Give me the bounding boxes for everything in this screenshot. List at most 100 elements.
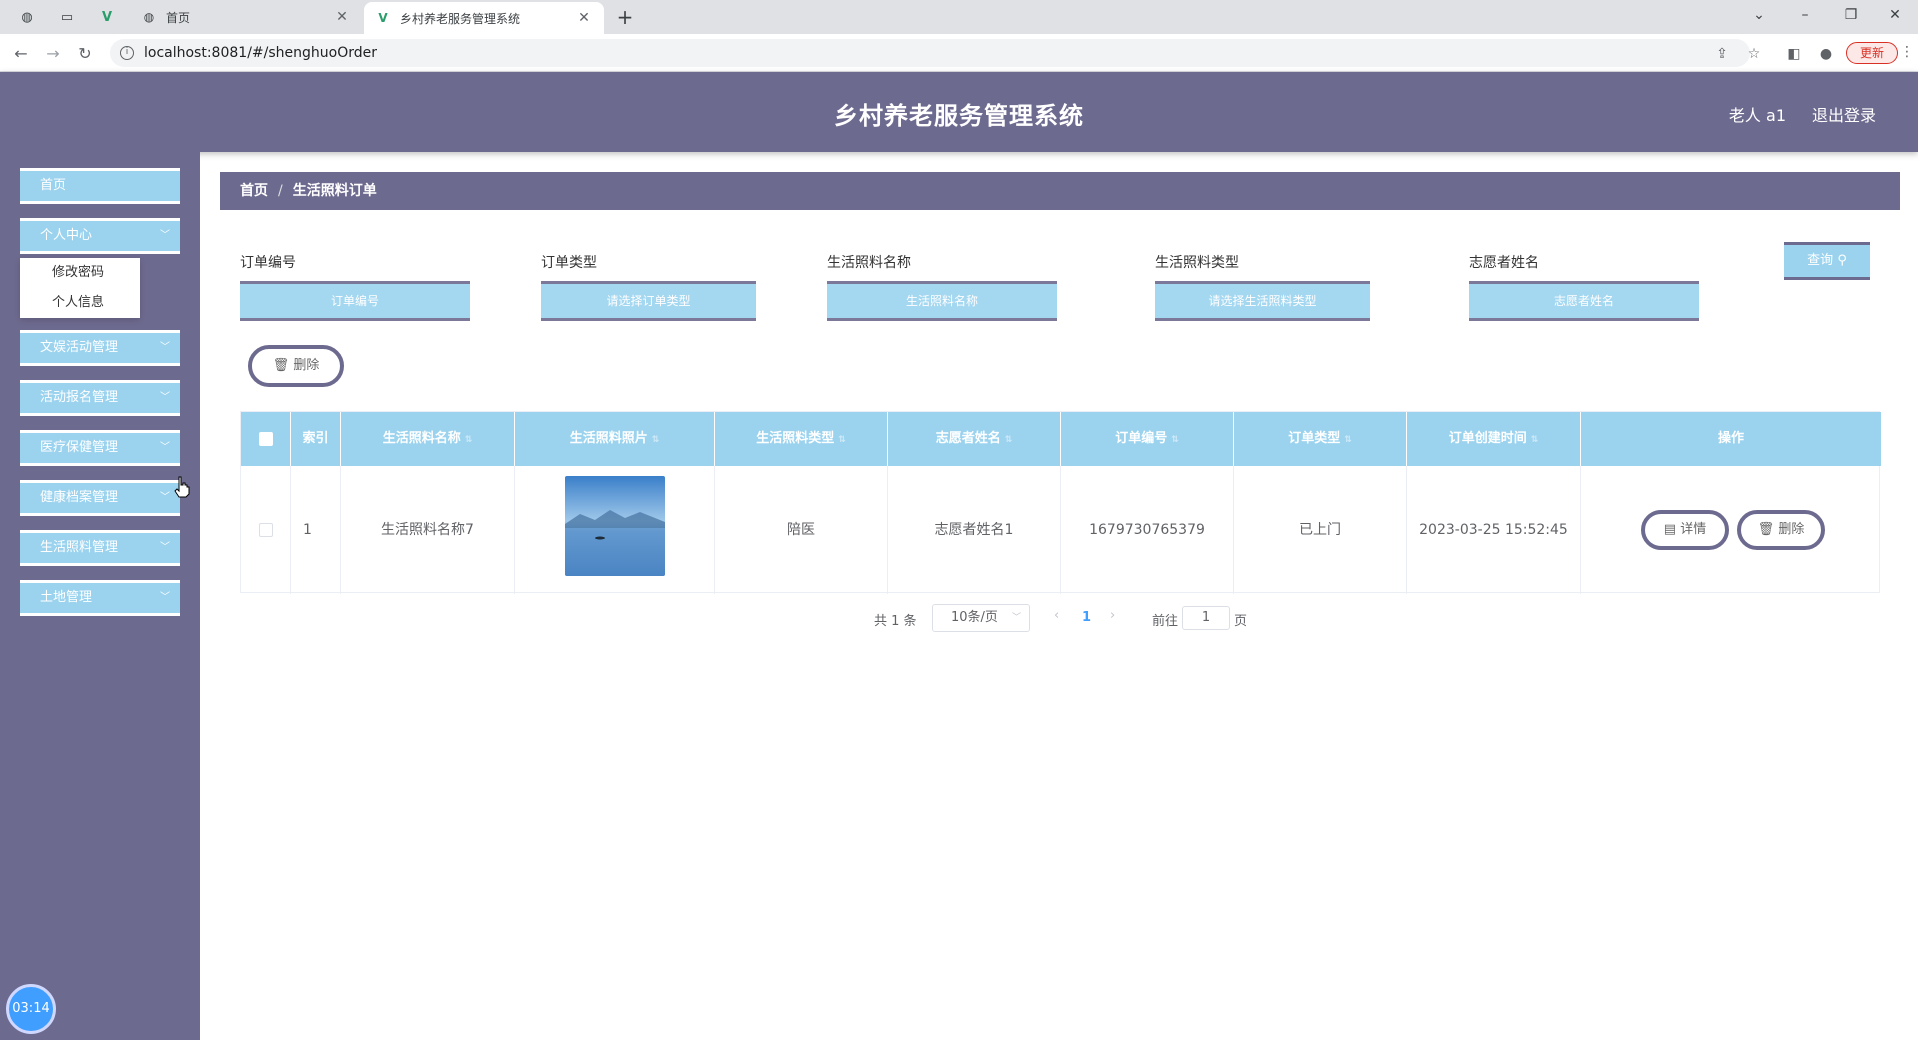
search-icon: ⚲	[1837, 253, 1847, 268]
volunteer-name-input[interactable]: 志愿者姓名	[1469, 281, 1699, 321]
header-select-all[interactable]	[241, 412, 291, 466]
trash-icon: 🗑	[1757, 522, 1775, 537]
order-no-input[interactable]: 订单编号	[240, 281, 470, 321]
star-icon[interactable]: ☆	[1744, 44, 1764, 64]
url-text: localhost:8081/#/shenghuoOrder	[144, 45, 377, 61]
detail-button[interactable]: ▤ 详情	[1641, 510, 1729, 550]
query-label: 查询	[1807, 253, 1834, 268]
row-care-name: 生活照料名称7	[341, 466, 515, 594]
sidebar-item-entertainment[interactable]: 文娱活动管理 ﹀	[20, 330, 180, 366]
globe-icon[interactable]: ◍	[16, 6, 38, 28]
sort-icon[interactable]: ⇅	[465, 435, 473, 445]
header-created[interactable]: 订单创建时间 ⇅	[1407, 412, 1581, 466]
sidebar-toggle-icon[interactable]: ◧	[1784, 44, 1804, 64]
goto-page-input[interactable]: 1	[1182, 606, 1230, 630]
submenu-item-personal-info[interactable]: 个人信息	[20, 288, 140, 318]
sort-icon[interactable]: ⇅	[1531, 435, 1539, 445]
care-type-select[interactable]: 请选择生活照料类型	[1155, 281, 1370, 321]
next-page-icon[interactable]: ›	[1110, 608, 1115, 623]
new-tab-button[interactable]: +	[612, 4, 638, 30]
chevron-down-icon[interactable]: ⌄	[1736, 0, 1782, 30]
header-care-photo[interactable]: 生活照料照片 ⇅	[515, 412, 715, 466]
row-delete-button[interactable]: 🗑 删除	[1737, 510, 1825, 550]
chevron-down-icon: ﹀	[160, 392, 170, 403]
header-label: 志愿者姓名	[935, 431, 1001, 446]
sidebar-item-activity-signup[interactable]: 活动报名管理 ﹀	[20, 380, 180, 416]
orders-table: 索引 生活照料名称 ⇅ 生活照料照片 ⇅ 生活照料类型 ⇅ 志愿者姓名 ⇅ 订单编号 ⇅ …	[240, 411, 1881, 594]
sidebar-item-home[interactable]: 首页	[20, 168, 180, 204]
filter-label-order-no: 订单编号	[240, 255, 296, 271]
page-size-select[interactable]: 10条/页 ﹀	[932, 604, 1030, 632]
submenu-item-change-password[interactable]: 修改密码	[20, 258, 140, 288]
sidebar-item-health-records[interactable]: 健康档案管理 ﹀	[20, 480, 180, 516]
header-label: 订单类型	[1288, 431, 1341, 446]
share-icon[interactable]: ⇪	[1712, 44, 1732, 64]
sort-icon[interactable]: ⇅	[1005, 435, 1013, 445]
care-name-input[interactable]: 生活照料名称	[827, 281, 1057, 321]
breadcrumb-home[interactable]: 首页	[240, 183, 268, 199]
prev-page-icon[interactable]: ‹	[1054, 608, 1059, 623]
chevron-down-icon: ﹀	[160, 542, 170, 553]
row-select-cell[interactable]	[241, 466, 291, 594]
sort-icon[interactable]: ⇅	[838, 435, 846, 445]
care-photo[interactable]	[565, 476, 665, 576]
sidebar-item-label: 健康档案管理	[40, 490, 119, 505]
more-menu-icon[interactable]: ⋮	[1900, 44, 1914, 64]
tab-title: 首页	[166, 10, 191, 25]
vue-icon[interactable]: V	[96, 6, 118, 28]
window-close-button[interactable]: ✕	[1872, 0, 1918, 30]
bulk-delete-button[interactable]: 🗑 删除	[248, 345, 344, 387]
row-created: 2023-03-25 15:52:45	[1407, 466, 1581, 594]
hand-cursor-icon	[174, 476, 190, 498]
row-actions: ▤ 详情 🗑 删除	[1581, 466, 1881, 594]
sidebar-item-medical[interactable]: 医疗保健管理 ﹀	[20, 430, 180, 466]
header-order-no[interactable]: 订单编号 ⇅	[1061, 412, 1234, 466]
close-icon[interactable]: ✕	[334, 9, 350, 25]
breadcrumb-separator: /	[278, 183, 283, 199]
query-button[interactable]: 查询 ⚲	[1784, 242, 1870, 280]
header-volunteer[interactable]: 志愿者姓名 ⇅	[888, 412, 1061, 466]
browser-tab-home[interactable]: ◍ 首页 ✕	[130, 0, 362, 34]
tab-page-icon[interactable]: ▭	[56, 6, 78, 28]
filter-label-care-type: 生活照料类型	[1155, 255, 1239, 271]
globe-icon: ◍	[143, 10, 155, 24]
header-label: 订单创建时间	[1448, 431, 1527, 446]
row-order-no: 1679730765379	[1061, 466, 1234, 594]
header-order-type[interactable]: 订单类型 ⇅	[1234, 412, 1407, 466]
delete-label: 删除	[1778, 522, 1805, 537]
filter-label-order-type: 订单类型	[541, 255, 597, 271]
trash-icon: 🗑	[272, 358, 290, 373]
order-type-select[interactable]: 请选择订单类型	[541, 281, 756, 321]
sidebar-item-label: 首页	[40, 178, 67, 193]
row-checkbox[interactable]	[258, 523, 273, 537]
row-photo-cell	[515, 466, 715, 594]
sort-icon[interactable]: ⇅	[1171, 435, 1179, 445]
detail-label: 详情	[1680, 522, 1707, 537]
header-care-name[interactable]: 生活照料名称 ⇅	[341, 412, 515, 466]
back-arrow-icon[interactable]: ←	[10, 43, 32, 65]
minimize-button[interactable]: –	[1782, 0, 1828, 30]
header-care-type[interactable]: 生活照料类型 ⇅	[715, 412, 888, 466]
select-all-checkbox[interactable]	[258, 431, 273, 446]
restore-button[interactable]: ❐	[1828, 0, 1874, 30]
sidebar-item-life-care[interactable]: 生活照料管理 ﹀	[20, 530, 180, 566]
sidebar-item-label: 医疗保健管理	[40, 440, 119, 455]
info-icon[interactable]: i	[120, 46, 134, 60]
sort-icon[interactable]: ⇅	[1344, 435, 1352, 445]
logout-button[interactable]: 退出登录	[1812, 102, 1876, 126]
forward-arrow-icon[interactable]: →	[42, 43, 64, 65]
profile-icon[interactable]: ●	[1816, 44, 1836, 64]
reload-icon[interactable]: ↻	[74, 43, 96, 65]
update-button[interactable]: 更新	[1846, 42, 1898, 64]
browser-tab-active[interactable]: V 乡村养老服务管理系统 ✕	[364, 2, 604, 34]
sort-icon[interactable]: ⇅	[652, 435, 660, 445]
close-icon[interactable]: ✕	[576, 10, 592, 26]
sidebar-item-personal-center[interactable]: 个人中心 ﹀	[20, 218, 180, 254]
chevron-down-icon: ﹀	[160, 442, 170, 453]
chevron-down-icon: ﹀	[160, 230, 170, 241]
chevron-down-icon: ﹀	[160, 492, 170, 503]
header-label: 操作	[1717, 431, 1744, 446]
breadcrumb: 首页 / 生活照料订单	[220, 172, 1900, 210]
current-page[interactable]: 1	[1082, 610, 1091, 625]
url-bar[interactable]: i localhost:8081/#/shenghuoOrder	[110, 39, 1750, 67]
